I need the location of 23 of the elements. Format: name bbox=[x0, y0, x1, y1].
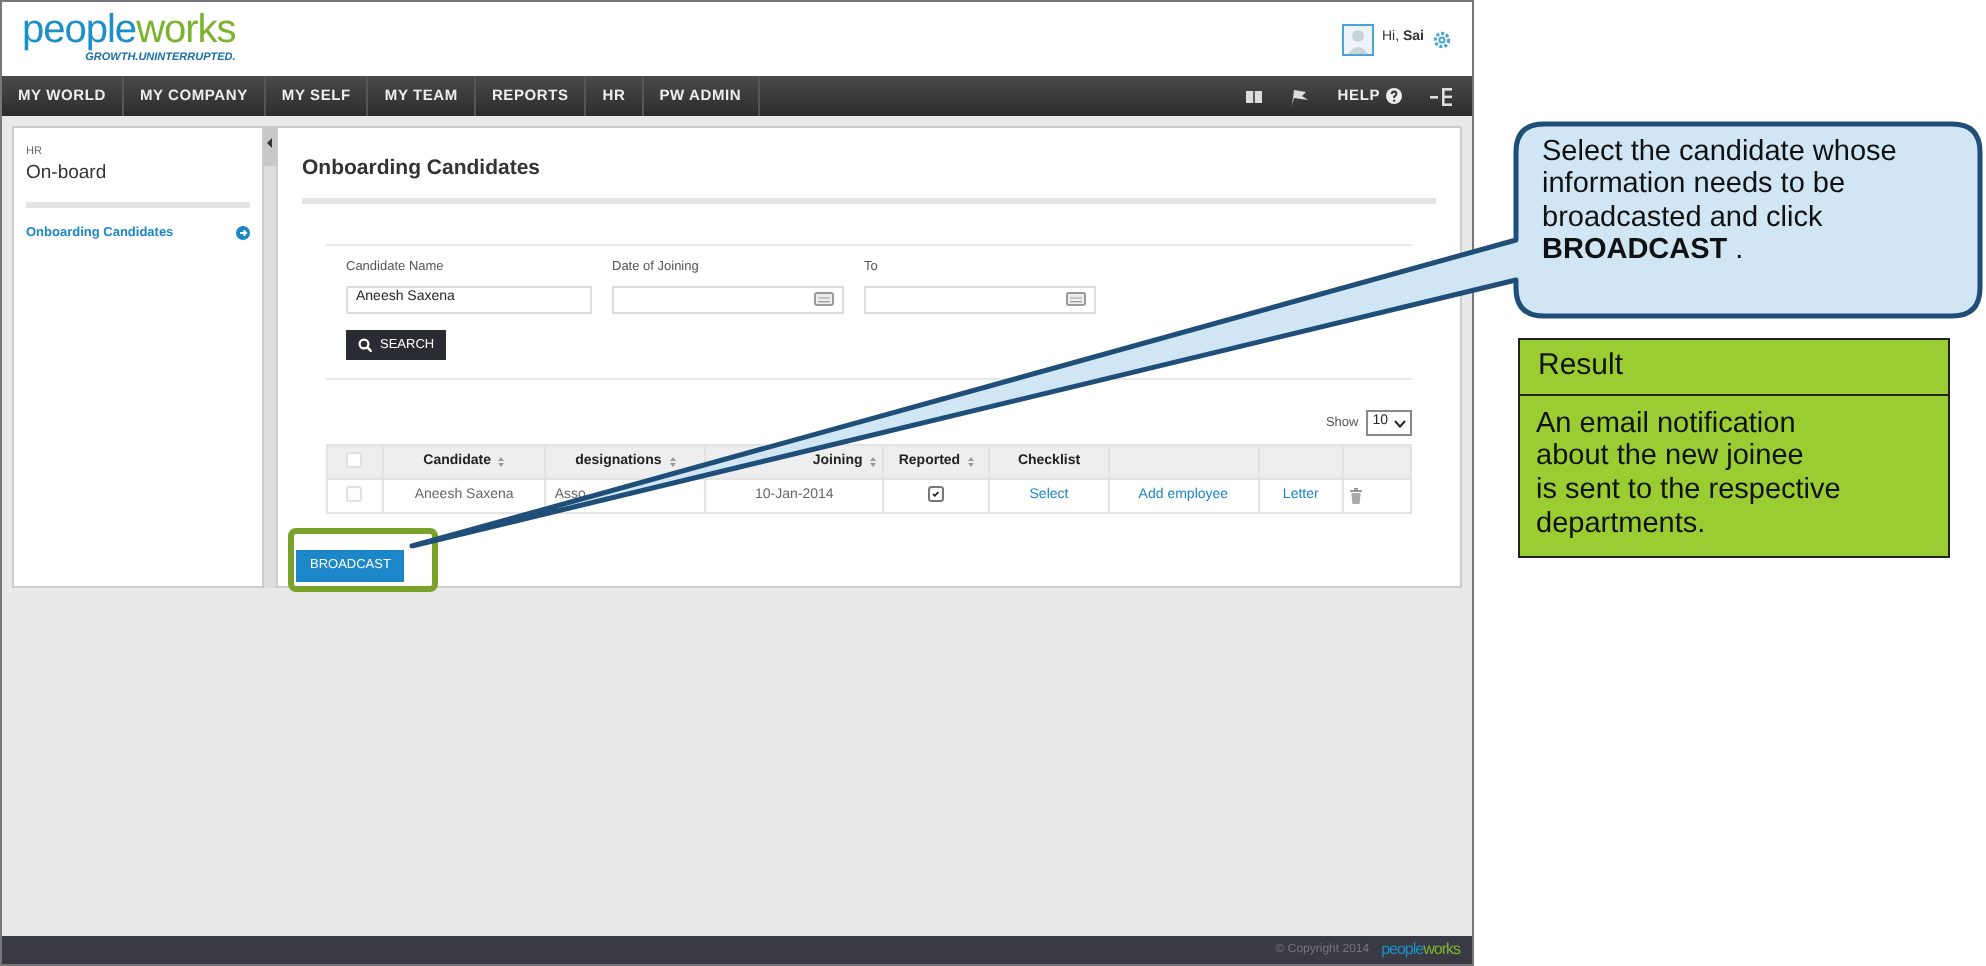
checkbox[interactable] bbox=[928, 485, 945, 502]
sidebar-title: On-board bbox=[26, 160, 109, 189]
trash-icon[interactable] bbox=[1350, 487, 1363, 504]
footer-logo: peopleworks bbox=[1381, 942, 1460, 958]
result-title: Result bbox=[1520, 340, 1948, 395]
result-text: An email notification about the new joinee is sent to the respective departments. bbox=[1534, 405, 1843, 544]
page-title: Onboarding Candidates bbox=[302, 154, 543, 184]
arrow-circle-icon bbox=[236, 225, 250, 240]
calendar-icon bbox=[1066, 292, 1086, 306]
date-field[interactable] bbox=[612, 285, 844, 313]
chevron-down-icon bbox=[1394, 419, 1406, 427]
calendar-icon bbox=[814, 292, 834, 306]
collapse-toggle-icon[interactable] bbox=[264, 126, 276, 166]
settings-icon[interactable] bbox=[1432, 29, 1452, 49]
flag-icon[interactable] bbox=[1289, 87, 1310, 105]
date-field[interactable] bbox=[864, 285, 1096, 313]
logo: peopleworks bbox=[22, 10, 236, 51]
callout-text: Select the candidate whose information needs to be broadcasted and click BROADCAST . bbox=[1542, 136, 1899, 267]
avatar-icon bbox=[1341, 23, 1374, 55]
help-icon bbox=[1386, 88, 1402, 104]
search-icon bbox=[358, 337, 372, 352]
book-icon[interactable] bbox=[1245, 89, 1262, 103]
menu-icon[interactable] bbox=[1430, 87, 1452, 105]
